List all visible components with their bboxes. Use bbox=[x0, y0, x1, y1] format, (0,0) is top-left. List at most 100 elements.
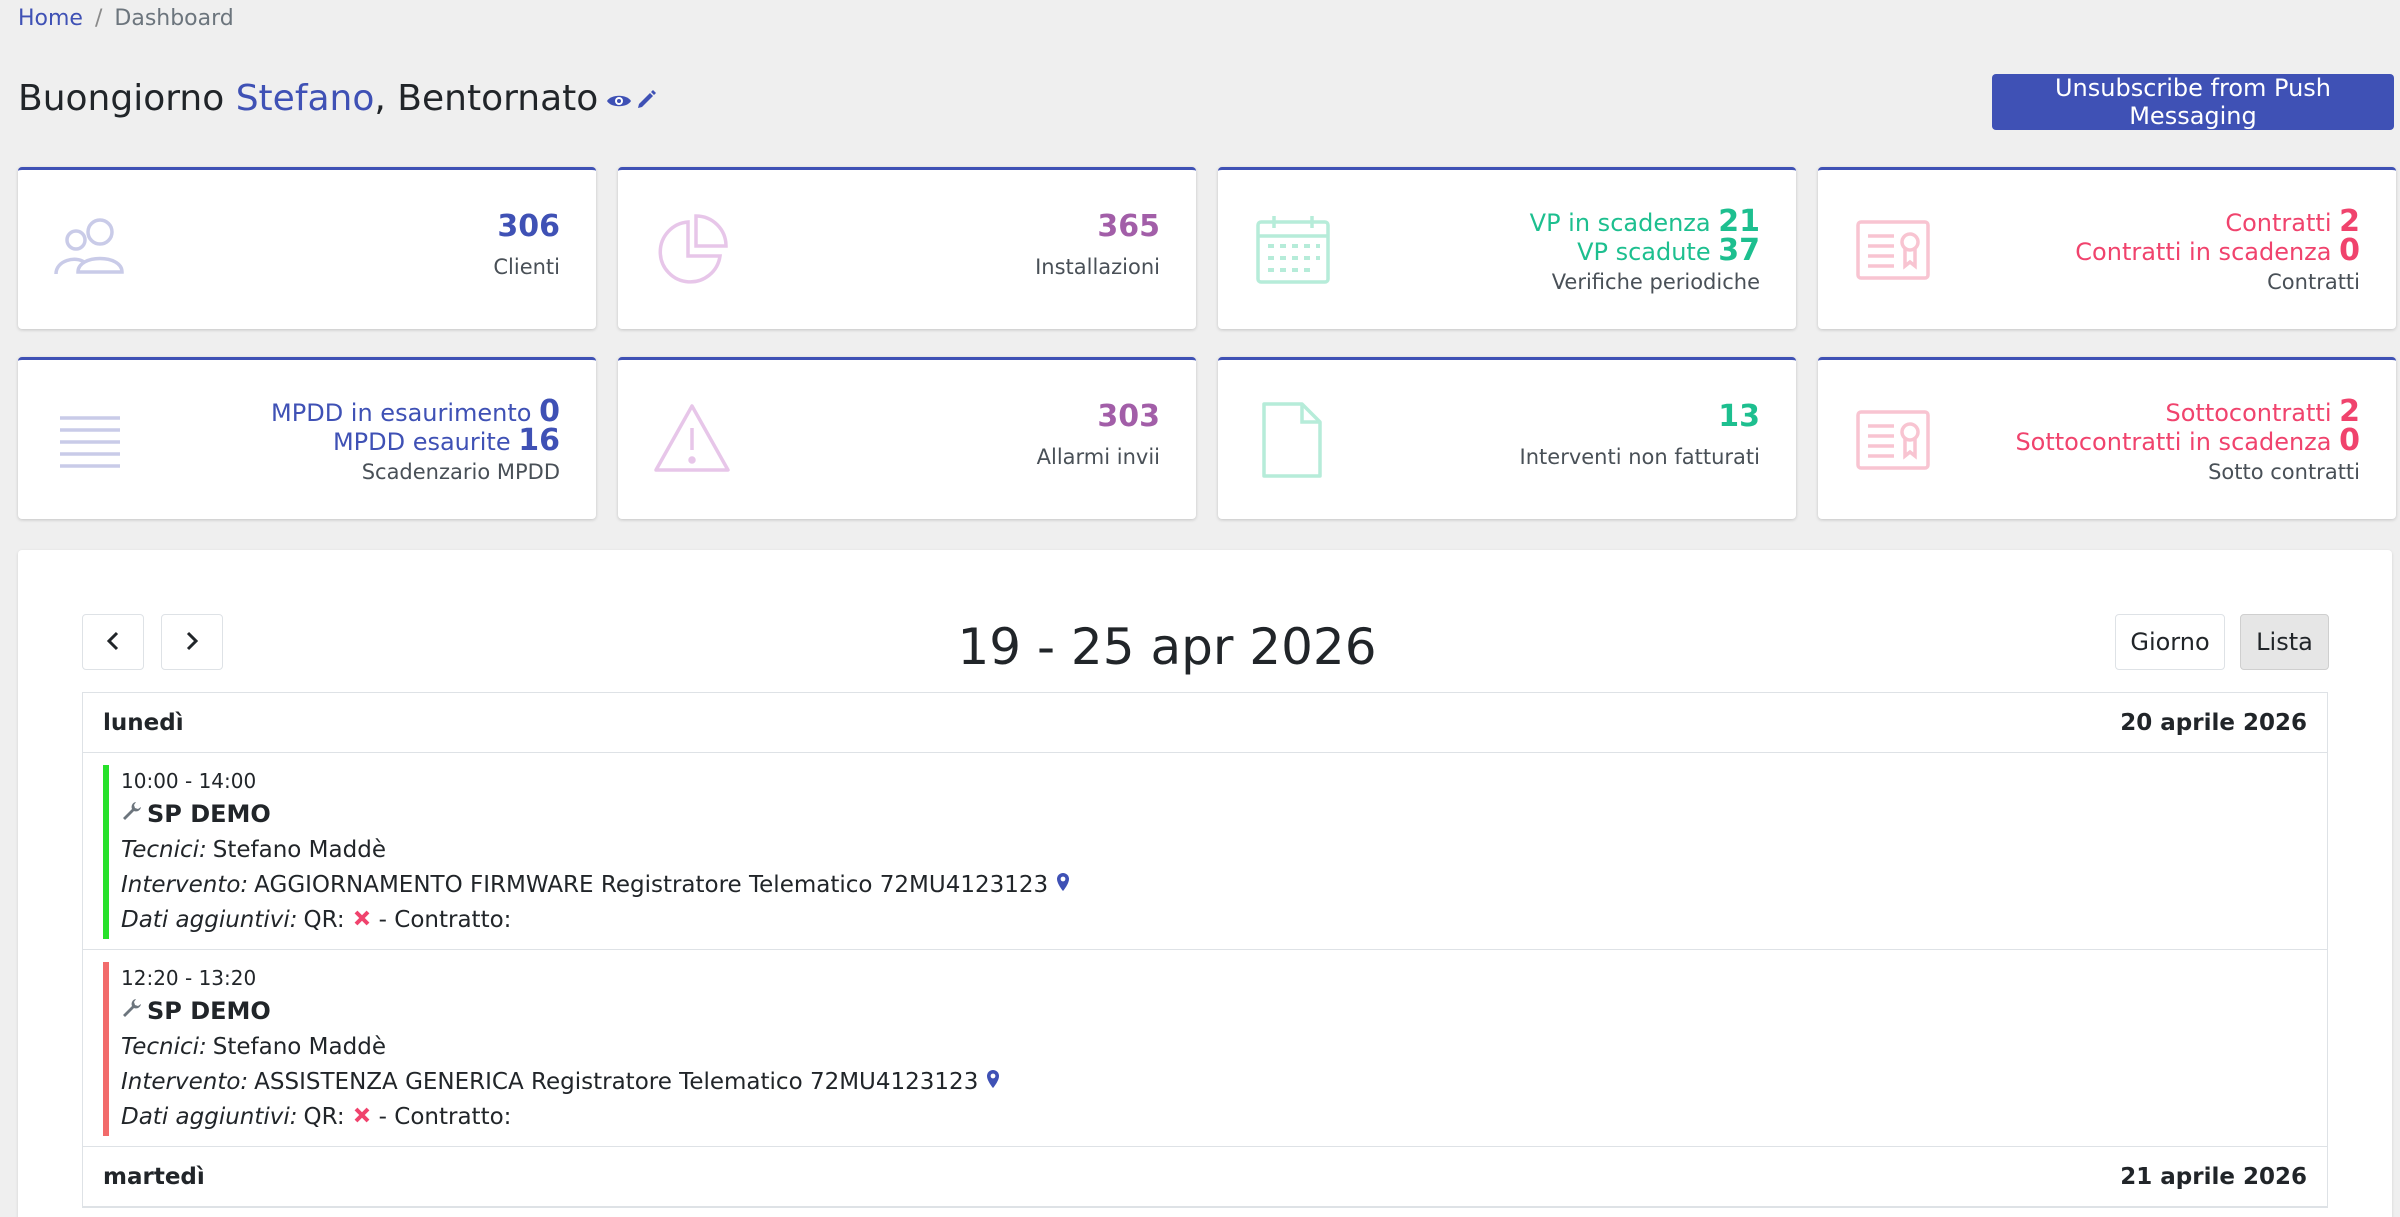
day-date: 21 aprile 2026 bbox=[2120, 1163, 2307, 1190]
eye-icon[interactable] bbox=[606, 78, 632, 119]
card-sottocontratti[interactable]: Sottocontratti 2 Sottocontratti in scade… bbox=[1818, 357, 2396, 519]
contratti-line: Contratti 2 bbox=[2075, 207, 2360, 237]
greeting-suffix: , Bentornato bbox=[374, 78, 599, 119]
installazioni-value: 365 bbox=[1097, 209, 1160, 244]
event-color-bar bbox=[103, 765, 109, 939]
contratti-scadenza-value: 0 bbox=[2339, 233, 2360, 268]
sottocontratti-count-label: Sottocontratti bbox=[2165, 399, 2332, 427]
wrench-icon bbox=[121, 795, 143, 833]
sottocontratti-label: Sotto contratti bbox=[2208, 460, 2360, 484]
dati-label: Dati aggiuntivi: bbox=[121, 1104, 298, 1130]
tecnici-value: Stefano Maddè bbox=[212, 837, 386, 863]
vp-scadute-line: VP scadute 37 bbox=[1530, 236, 1760, 266]
card-installazioni[interactable]: 365 Installazioni bbox=[618, 167, 1196, 329]
event-time: 12:20 - 13:20 bbox=[121, 966, 257, 990]
card-clienti[interactable]: 306 Clienti bbox=[18, 167, 596, 329]
next-week-button[interactable] bbox=[161, 614, 223, 670]
event-time: 10:00 - 14:00 bbox=[121, 769, 257, 793]
tecnici-label: Tecnici: bbox=[121, 1034, 207, 1060]
contratti-scadenza-line: Contratti in scadenza 0 bbox=[2075, 236, 2360, 266]
event-title: SP DEMO bbox=[147, 997, 271, 1025]
verifiche-label: Verifiche periodiche bbox=[1551, 270, 1760, 294]
interventi-label: Interventi non fatturati bbox=[1519, 445, 1760, 469]
interventi-value: 13 bbox=[1718, 399, 1760, 434]
installazioni-label: Installazioni bbox=[1035, 255, 1160, 279]
page-title: Buongiorno Stefano, Bentornato bbox=[18, 78, 658, 119]
event-color-bar bbox=[103, 962, 109, 1136]
chevron-left-icon bbox=[105, 631, 121, 654]
card-verifiche[interactable]: VP in scadenza 21 VP scadute 37 Verifich… bbox=[1218, 167, 1796, 329]
intervento-label: Intervento: bbox=[121, 872, 249, 898]
qr-label: QR: bbox=[303, 1104, 345, 1130]
breadcrumb-home-link[interactable]: Home bbox=[18, 6, 83, 31]
clienti-value: 306 bbox=[497, 209, 560, 244]
list-lines-icon bbox=[52, 400, 132, 480]
map-pin-icon[interactable] bbox=[1056, 868, 1070, 903]
wrench-icon bbox=[121, 992, 143, 1030]
event-dati-row: Dati aggiuntivi: QR: - Contratto: bbox=[121, 1100, 2327, 1135]
dati-label: Dati aggiuntivi: bbox=[121, 907, 298, 933]
event-tecnici-row: Tecnici: Stefano Maddè bbox=[121, 1030, 2327, 1065]
event-list: lunedì 20 aprile 2026 10:00 - 14:00 SP D… bbox=[82, 692, 2328, 1208]
card-contratti[interactable]: Contratti 2 Contratti in scadenza 0 Cont… bbox=[1818, 167, 2396, 329]
unsubscribe-push-button[interactable]: Unsubscribe from Push Messaging bbox=[1992, 74, 2394, 130]
pie-chart-icon bbox=[652, 210, 732, 290]
day-header: martedì 21 aprile 2026 bbox=[83, 1147, 2327, 1207]
sottocontratti-scadenza-line: Sottocontratti in scadenza 0 bbox=[2015, 426, 2360, 456]
clienti-label: Clienti bbox=[493, 255, 560, 279]
greeting-prefix: Buongiorno bbox=[18, 78, 225, 119]
calendar-title: 19 - 25 apr 2026 bbox=[957, 618, 1377, 676]
list-item[interactable]: 10:00 - 14:00 SP DEMO Tecnici: Stefano Ma… bbox=[83, 753, 2327, 950]
cross-icon bbox=[353, 903, 371, 938]
vp-scadute-label: VP scadute bbox=[1577, 238, 1711, 266]
event-intervento-row: Intervento: ASSISTENZA GENERICA Registrat… bbox=[121, 1065, 2327, 1100]
contratti-scadenza-label: Contratti in scadenza bbox=[2075, 238, 2332, 266]
card-allarmi[interactable]: 303 Allarmi invii bbox=[618, 357, 1196, 519]
breadcrumb: Home / Dashboard bbox=[18, 6, 234, 31]
prev-week-button[interactable] bbox=[82, 614, 144, 670]
card-mpdd[interactable]: MPDD in esaurimento 0 MPDD esaurite 16 S… bbox=[18, 357, 596, 519]
mpdd-esaurite-value: 16 bbox=[518, 423, 560, 458]
certificate-icon bbox=[1852, 210, 1932, 290]
contratti-label: Contratti bbox=[2267, 270, 2360, 294]
card-interventi[interactable]: 13 Interventi non fatturati bbox=[1218, 357, 1796, 519]
file-icon bbox=[1252, 400, 1332, 480]
intervento-value: AGGIORNAMENTO FIRMWARE Registratore Tele… bbox=[254, 872, 1049, 898]
mpdd-esaurite-label: MPDD esaurite bbox=[332, 428, 511, 456]
chevron-right-icon bbox=[184, 631, 200, 654]
sottocontratti-line: Sottocontratti 2 bbox=[2015, 397, 2361, 427]
event-title: SP DEMO bbox=[147, 800, 271, 828]
view-list-button[interactable]: Lista bbox=[2240, 614, 2329, 670]
sottocontratti-scadenza-value: 0 bbox=[2339, 423, 2360, 458]
breadcrumb-current: Dashboard bbox=[114, 6, 234, 31]
contratti-count-label: Contratti bbox=[2225, 209, 2332, 237]
event-title-row: SP DEMO bbox=[121, 992, 2327, 1030]
allarmi-label: Allarmi invii bbox=[1036, 445, 1160, 469]
event-tecnici-row: Tecnici: Stefano Maddè bbox=[121, 833, 2327, 868]
users-icon bbox=[52, 210, 132, 290]
list-item[interactable]: 12:20 - 13:20 SP DEMO Tecnici: Stefano Ma… bbox=[83, 950, 2327, 1147]
event-dati-row: Dati aggiuntivi: QR: - Contratto: bbox=[121, 903, 2327, 938]
allarmi-value: 303 bbox=[1097, 399, 1160, 434]
certificate-icon bbox=[1852, 400, 1932, 480]
greeting-name: Stefano bbox=[235, 78, 375, 119]
mpdd-esaurimento-line: MPDD in esaurimento 0 bbox=[271, 397, 560, 427]
vp-scadute-value: 37 bbox=[1718, 233, 1760, 268]
sottocontratti-scadenza-label: Sottocontratti in scadenza bbox=[2015, 428, 2332, 456]
mpdd-label: Scadenzario MPDD bbox=[361, 460, 560, 484]
calendar-title-wrap: 19 - 25 apr 2026 bbox=[18, 618, 2392, 676]
calendar-icon bbox=[1252, 210, 1332, 290]
mpdd-esaurimento-label: MPDD in esaurimento bbox=[271, 399, 532, 427]
tecnici-label: Tecnici: bbox=[121, 837, 207, 863]
vp-scadenza-label: VP in scadenza bbox=[1529, 209, 1711, 237]
breadcrumb-separator: / bbox=[94, 6, 103, 31]
map-pin-icon[interactable] bbox=[986, 1065, 1000, 1100]
qr-label: QR: bbox=[303, 907, 345, 933]
tecnici-value: Stefano Maddè bbox=[212, 1034, 386, 1060]
pencil-icon[interactable] bbox=[636, 78, 658, 119]
view-day-button[interactable]: Giorno bbox=[2115, 614, 2225, 670]
mpdd-esaurite-line: MPDD esaurite 16 bbox=[271, 426, 560, 456]
calendar-panel: 19 - 25 apr 2026 Giorno Lista lunedì 20 … bbox=[18, 550, 2392, 1217]
day-header: lunedì 20 aprile 2026 bbox=[83, 693, 2327, 753]
warning-icon bbox=[652, 400, 732, 480]
